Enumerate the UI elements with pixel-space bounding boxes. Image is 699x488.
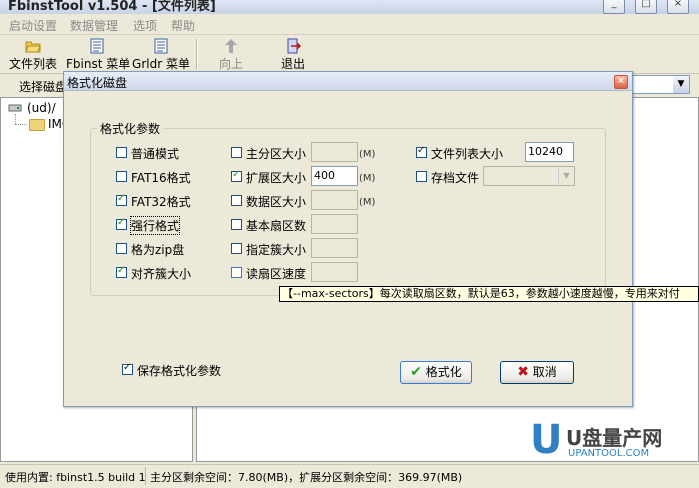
- label-read-speed: 读扇区速度: [246, 267, 307, 281]
- checkbox-extended-size[interactable]: [231, 169, 242, 182]
- tree-line: [15, 124, 27, 126]
- label-cluster-size: 指定簇大小: [246, 243, 307, 257]
- cluster-size-input[interactable]: [311, 238, 358, 258]
- dialog-close-button[interactable]: ×: [614, 75, 628, 89]
- format-button-label: 格式化: [425, 365, 462, 379]
- up-button[interactable]: 向上: [212, 36, 250, 72]
- menu-data-management[interactable]: 数据管理: [70, 17, 118, 34]
- tooltip: 【--max-sectors】每次读取扇区数，默认是63，参数越小速度越慢，专用…: [279, 286, 699, 302]
- dialog-titlebar: 格式化磁盘 ×: [64, 72, 632, 91]
- label-fat32: FAT32格式: [131, 195, 191, 209]
- label-file-list-size: 文件列表大小: [431, 147, 504, 161]
- menu-bar: 启动设置 数据管理 选项 帮助: [0, 14, 699, 35]
- checkbox-base-sectors[interactable]: [231, 219, 242, 230]
- green-check-icon: ✔: [410, 364, 422, 380]
- grldr-menu-button[interactable]: Grldr 菜单: [132, 36, 190, 72]
- menu-options[interactable]: 选项: [133, 17, 157, 34]
- chevron-down-icon[interactable]: ▼: [673, 76, 689, 93]
- checkbox-normal-mode[interactable]: [116, 147, 127, 158]
- checkbox-force-format[interactable]: [116, 217, 127, 230]
- format-params-label: 格式化参数: [97, 120, 164, 137]
- col2-options: 主分区大小 (M) 扩展区大小 400 (M) 数据区大小 (M) 基本扇区数 …: [231, 142, 381, 291]
- label-force-format: 强行格式: [129, 216, 181, 235]
- checkbox-data-size[interactable]: [231, 195, 242, 206]
- exit-button[interactable]: 退出: [276, 36, 310, 72]
- col3-options: 文件列表大小 10240 存档文件 ▼: [416, 142, 586, 195]
- open-folder-icon: [25, 41, 41, 53]
- drive-icon: [8, 104, 22, 112]
- watermark-logo: U U盘量产网 UPANTOOL.COM: [528, 420, 696, 464]
- checkbox-read-speed[interactable]: [231, 267, 242, 278]
- status-bar: 使用内置: fbinst1.5 build 1 主分区剩余空间：7.80(MB)…: [0, 464, 699, 488]
- maximize-button[interactable]: □: [635, 0, 657, 14]
- checkbox-file-list-size[interactable]: [416, 145, 427, 158]
- fbinst-menu-button[interactable]: Fbinst 菜单: [66, 36, 131, 72]
- checkbox-cluster-size[interactable]: [231, 243, 242, 254]
- read-speed-input[interactable]: [311, 262, 358, 282]
- base-sectors-input[interactable]: [311, 214, 358, 234]
- document-list-icon: [154, 38, 168, 54]
- label-fat16: FAT16格式: [131, 171, 191, 185]
- tree-root[interactable]: (ud)/: [27, 101, 56, 115]
- minimize-button[interactable]: _: [603, 0, 625, 14]
- close-window-button[interactable]: ×: [667, 0, 689, 14]
- data-size-input[interactable]: [311, 190, 358, 210]
- label-primary-size: 主分区大小: [246, 147, 307, 161]
- exit-label: 退出: [280, 57, 305, 71]
- watermark-text: U盘量产网: [566, 426, 663, 450]
- label-normal-mode: 普通模式: [131, 147, 180, 161]
- exit-door-icon: [287, 38, 301, 54]
- extended-size-input[interactable]: 400: [311, 166, 358, 186]
- toolbar-separator: [196, 39, 198, 69]
- data-size-unit: (M): [359, 197, 376, 208]
- window-title: FbinstTool v1.504 - [文件列表]: [8, 0, 216, 14]
- select-disk-label: 选择磁盘: [19, 80, 68, 94]
- format-button[interactable]: ✔ 格式化: [400, 361, 472, 384]
- checkbox-primary-size[interactable]: [231, 147, 242, 158]
- checkbox-archive-file[interactable]: [416, 171, 427, 182]
- watermark-url: UPANTOOL.COM: [568, 448, 650, 459]
- extended-size-unit: (M): [359, 173, 376, 184]
- file-list-label: 文件列表: [8, 57, 57, 71]
- red-x-icon: ✖: [517, 364, 529, 380]
- label-save-params: 保存格式化参数: [137, 364, 222, 378]
- primary-size-input[interactable]: [311, 142, 358, 162]
- cancel-button[interactable]: ✖ 取消: [500, 361, 574, 384]
- format-disk-dialog: 格式化磁盘 × 格式化参数 普通模式 FAT16格式 FAT32格式 强行格式 …: [63, 71, 633, 407]
- document-list-icon: [90, 38, 104, 54]
- checkbox-fat16[interactable]: [116, 171, 127, 182]
- checkbox-zip-disk[interactable]: [116, 243, 127, 254]
- cancel-button-label: 取消: [532, 365, 557, 379]
- dialog-title: 格式化磁盘: [67, 76, 128, 90]
- checkbox-align-cluster[interactable]: [116, 265, 127, 278]
- primary-size-unit: (M): [359, 149, 376, 160]
- label-base-sectors: 基本扇区数: [246, 219, 307, 233]
- file-list-size-input[interactable]: 10240: [525, 142, 574, 162]
- window-titlebar: FbinstTool v1.504 - [文件列表] _ □ ×: [0, 0, 699, 14]
- folder-icon: [29, 119, 45, 131]
- menu-boot-settings[interactable]: 启动设置: [9, 17, 57, 34]
- label-data-size: 数据区大小: [246, 195, 307, 209]
- archive-file-select[interactable]: ▼: [483, 166, 575, 186]
- status-divider: [145, 467, 146, 485]
- checkbox-save-params[interactable]: [122, 362, 133, 375]
- label-archive-file: 存档文件: [431, 171, 480, 185]
- file-list-button[interactable]: 文件列表: [6, 36, 60, 72]
- checkbox-fat32[interactable]: [116, 193, 127, 206]
- menu-help[interactable]: 帮助: [171, 17, 195, 34]
- tree-line: [15, 114, 17, 124]
- chevron-down-icon: ▼: [558, 167, 574, 185]
- grldr-menu-label: Grldr 菜单: [132, 57, 190, 71]
- status-space: 主分区剩余空间：7.80(MB)，扩展分区剩余空间：369.97(MB): [150, 471, 463, 484]
- label-zip-disk: 格为zip盘: [131, 243, 185, 257]
- label-extended-size: 扩展区大小: [246, 171, 307, 185]
- fbinst-menu-label: Fbinst 菜单: [66, 57, 131, 71]
- watermark-u-glyph: U: [530, 417, 563, 463]
- status-version: 使用内置: fbinst1.5 build 1: [5, 471, 146, 484]
- up-arrow-icon: [225, 39, 237, 53]
- label-align-cluster: 对齐簇大小: [131, 267, 192, 281]
- toolbar: 文件列表 Fbinst 菜单 Grldr 菜单 向上 退出: [0, 35, 699, 74]
- up-label: 向上: [218, 57, 243, 71]
